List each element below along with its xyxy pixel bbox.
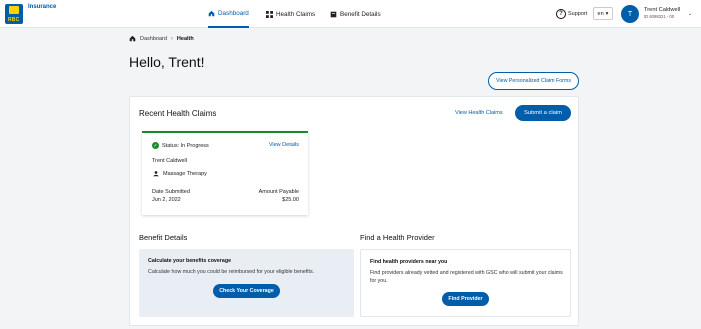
nav-benefit-details[interactable]: Benefit Details: [330, 0, 381, 28]
nav-dashboard[interactable]: Dashboard: [208, 0, 249, 28]
claim-service: Massage Therapy: [152, 171, 207, 177]
support-link[interactable]: ? Support: [556, 9, 587, 19]
chevron-down-icon: ▾: [605, 10, 609, 17]
view-claim-forms-button[interactable]: View Personalized Claim Forms: [488, 72, 579, 90]
brand-label: Insurance: [28, 4, 57, 10]
avatar[interactable]: T: [621, 5, 639, 23]
amount-payable-label: Amount Payable: [258, 189, 299, 195]
page-title: Hello, Trent!: [129, 54, 205, 70]
claim-status: ✓ Status: In Progress: [152, 142, 209, 149]
date-submitted-label: Date Submitted: [152, 189, 190, 195]
nav-label: Benefit Details: [340, 10, 381, 18]
view-details-link[interactable]: View Details: [269, 142, 299, 148]
logo-text: RBC: [8, 17, 20, 23]
book-icon: [330, 11, 337, 17]
language-select[interactable]: en ▾: [593, 7, 613, 20]
provider-description: Find providers already vetted and regist…: [370, 270, 563, 284]
breadcrumb-dashboard[interactable]: Dashboard: [140, 36, 167, 42]
health-dashboard-card: Recent Health Claims View Health Claims …: [129, 96, 579, 326]
find-provider-title: Find a Health Provider: [360, 233, 435, 242]
breadcrumb: Dashboard › Health: [129, 35, 194, 42]
date-submitted-value: Jun 2, 2022: [152, 197, 181, 203]
lion-crest-icon: [9, 6, 19, 14]
check-circle-icon: ✓: [152, 142, 159, 149]
amount-payable-value: $25.00: [282, 197, 299, 203]
top-navigation-bar: RBC Insurance Dashboard Health Claims Be…: [0, 0, 701, 28]
massage-icon: [153, 171, 159, 177]
support-label: Support: [568, 11, 588, 17]
provider-heading: Find health providers near you: [370, 259, 448, 265]
chevron-right-icon: ›: [170, 35, 173, 42]
breadcrumb-current: Health: [176, 35, 194, 42]
user-menu-chevron-icon[interactable]: ⌄: [688, 11, 692, 17]
benefit-details-title: Benefit Details: [139, 233, 188, 242]
home-icon: [208, 10, 215, 16]
claim-card: ✓ Status: In Progress View Details Trent…: [142, 131, 308, 215]
coverage-heading: Calculate your benefits coverage: [148, 258, 232, 264]
nav-label: Dashboard: [218, 9, 249, 17]
check-coverage-button[interactable]: Check Your Coverage: [213, 284, 280, 298]
service-name: Massage Therapy: [163, 171, 207, 177]
rbc-logo[interactable]: RBC: [5, 4, 23, 24]
nav-health-claims[interactable]: Health Claims: [266, 0, 315, 28]
find-provider-button[interactable]: Find Provider: [442, 292, 489, 306]
claimant-name: Trent Caldwell: [152, 158, 187, 164]
grid-icon: [266, 10, 273, 18]
user-name[interactable]: Trent Caldwell: [644, 7, 680, 13]
status-text: Status: In Progress: [162, 142, 209, 149]
coverage-description: Calculate how much you could be reimburs…: [148, 269, 315, 275]
language-value: en: [597, 10, 604, 17]
view-health-claims-link[interactable]: View Health Claims: [455, 110, 503, 116]
nav-label: Health Claims: [276, 10, 316, 18]
recent-claims-title: Recent Health Claims: [139, 109, 217, 118]
help-icon: ?: [556, 9, 566, 19]
user-id: ID 6098321 - 00: [644, 14, 675, 19]
submit-claim-button[interactable]: Submit a claim: [515, 105, 571, 121]
coverage-calculator-panel: Calculate your benefits coverage Calcula…: [139, 249, 354, 317]
find-provider-panel: Find health providers near you Find prov…: [360, 249, 571, 317]
home-icon: [129, 35, 136, 42]
